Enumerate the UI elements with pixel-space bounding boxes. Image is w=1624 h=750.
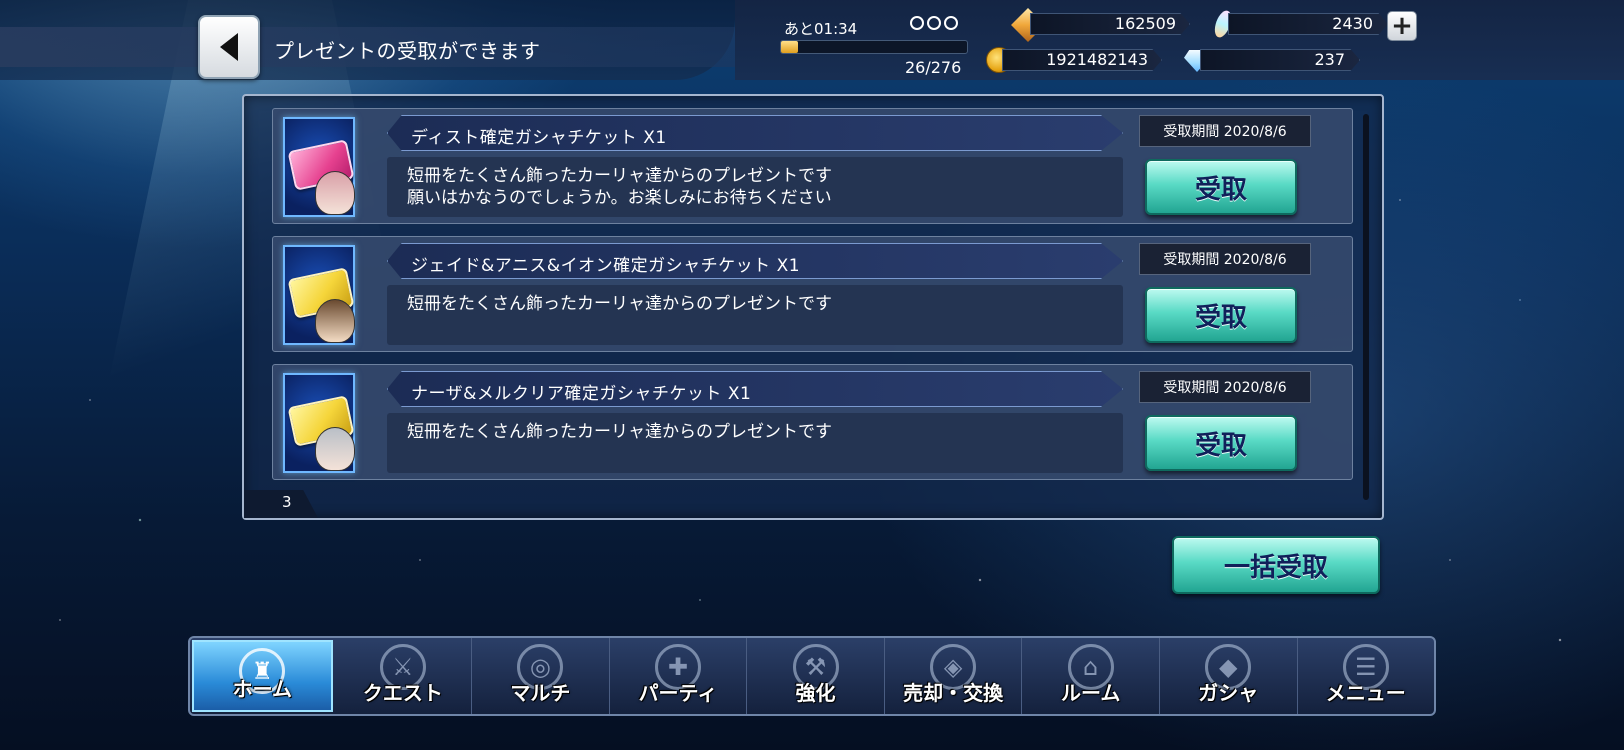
page-title: プレゼントの受取ができます [274,39,541,63]
item-description: 短冊をたくさん飾ったカーリャ達からのプレゼントです 願いはかなうのでしょうか。お… [407,166,832,208]
receive-deadline: 受取期間 2020/8/6 [1139,115,1311,147]
dot-icon [944,16,958,30]
nav-label: ホーム [232,677,292,701]
receive-deadline: 受取期間 2020/8/6 [1139,243,1311,275]
present-thumbnail [283,373,355,473]
nav-label: パーティ [638,681,718,705]
present-thumbnail [283,117,355,217]
crystal-value: 162509 [1114,14,1176,33]
present-list-scrollbar[interactable] [1363,114,1369,500]
gald-value: 1921482143 [1046,50,1148,69]
receive-deadline: 受取期間 2020/8/6 [1139,371,1311,403]
present-row: ディスト確定ガシャチケット X1 短冊をたくさん飾ったカーリャ達からのプレゼント… [272,108,1353,224]
receive-button[interactable]: 受取 [1145,159,1297,215]
nav-home[interactable]: ♜ ホーム [192,640,333,712]
nav-gacha[interactable]: ◆ ガシャ [1160,638,1298,714]
nav-label: クエスト [362,681,443,705]
stamina-value: 26/276 [905,58,962,77]
gem-value: 2430 [1332,14,1373,33]
receive-button[interactable]: 受取 [1145,415,1297,471]
nav-enhance[interactable]: ⚒ 強化 [747,638,885,714]
present-row: ナーザ&メルクリア確定ガシャチケット X1 短冊をたくさん飾ったカーリャ達からの… [272,364,1353,480]
item-description: 短冊をたくさん飾ったカーリャ達からのプレゼントです [407,422,832,442]
nav-menu[interactable]: ☰ メニュー [1298,638,1435,714]
nav-quest[interactable]: ⚔ クエスト [335,638,473,714]
list-count: 3 [282,493,292,511]
dot-icon [910,16,924,30]
item-name: ディスト確定ガシャチケット X1 [411,128,667,148]
nav-label: 強化 [795,681,836,705]
nav-multi[interactable]: ◎ マルチ [472,638,610,714]
present-thumbnail [283,245,355,345]
nav-exchange[interactable]: ◈ 売却・交換 [885,638,1023,714]
stamina-timer: あと01:34 [784,20,858,38]
bottom-nav: ♜ ホーム ⚔ クエスト ◎ マルチ ✚ パーティ ⚒ 強化 ◈ 売却・交換 ⌂… [188,636,1436,716]
nav-room[interactable]: ⌂ ルーム [1022,638,1160,714]
back-arrow-icon [220,33,238,61]
nav-label: 売却・交換 [903,681,1004,705]
back-button[interactable] [198,15,260,79]
character-portrait-icon [315,299,355,343]
bulk-receive-button[interactable]: 一括受取 [1172,536,1380,594]
stamina-bar-fill [781,41,799,53]
add-currency-button[interactable]: + [1387,11,1417,41]
receive-button[interactable]: 受取 [1145,287,1297,343]
diamond-value: 237 [1314,50,1345,69]
present-row: ジェイド&アニス&イオン確定ガシャチケット X1 短冊をたくさん飾ったカーリャ達… [272,236,1353,352]
item-name: ナーザ&メルクリア確定ガシャチケット X1 [411,384,752,404]
stamina-dots [910,16,958,30]
item-name: ジェイド&アニス&イオン確定ガシャチケット X1 [411,256,801,276]
nav-label: メニュー [1325,681,1406,705]
item-description: 短冊をたくさん飾ったカーリャ達からのプレゼントです [407,294,832,314]
nav-party[interactable]: ✚ パーティ [610,638,748,714]
nav-label: マルチ [510,681,571,705]
nav-label: ガシャ [1198,681,1259,705]
dot-icon [927,16,941,30]
stamina-bar [780,40,968,54]
nav-label: ルーム [1060,681,1121,705]
character-portrait-icon [315,427,355,471]
character-portrait-icon [315,171,355,215]
